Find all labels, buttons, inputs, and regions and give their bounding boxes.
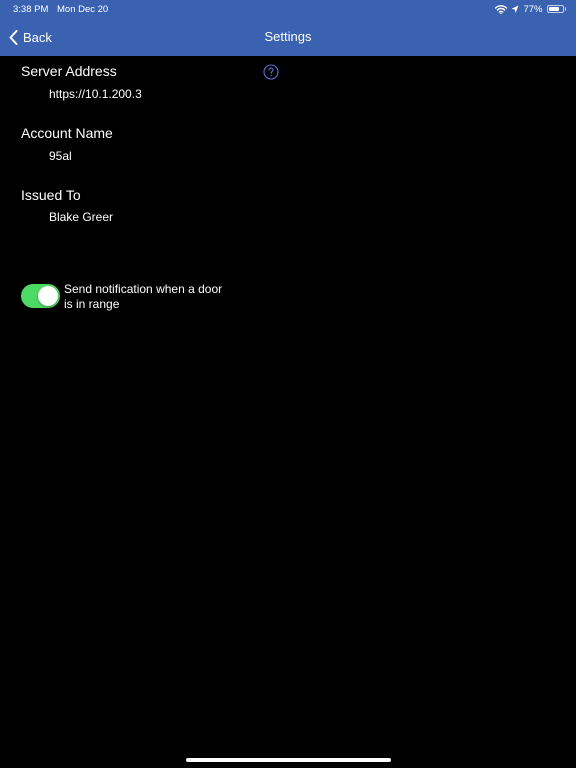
toggle-knob[interactable]: [38, 286, 58, 306]
status-time: 3:38 PM: [13, 4, 49, 15]
page-title: Settings: [264, 29, 312, 44]
notification-toggle[interactable]: [21, 284, 60, 308]
status-date: Mon Dec 20: [57, 4, 109, 15]
battery-cap: [564, 7, 566, 11]
settings-screen: 3:38 PM Mon Dec 20 77% Back Settings Ser…: [0, 0, 576, 768]
battery-icon: [546, 5, 564, 13]
notification-toggle-label: Send notification when a door is in rang…: [64, 282, 223, 311]
server-address-value: https://10.1.200.3: [49, 87, 142, 101]
battery-percent: 77%: [523, 3, 543, 15]
issued-to-label: Issued To: [21, 187, 81, 203]
issued-to-value: Blake Greer: [49, 210, 114, 224]
home-indicator[interactable]: [186, 758, 391, 762]
account-name-label: Account Name: [21, 125, 113, 141]
server-address-label: Server Address: [21, 63, 117, 79]
battery-fill: [548, 7, 559, 11]
status-bar: 3:38 PM Mon Dec 20 77%: [0, 0, 576, 18]
status-indicators: 77%: [495, 3, 566, 15]
navigation-bar: 3:38 PM Mon Dec 20 77% Back Settings: [0, 0, 576, 56]
account-name-value: 95al: [49, 149, 72, 163]
location-icon: [511, 5, 519, 14]
wifi-icon: [495, 4, 508, 14]
question-circle-icon[interactable]: [263, 64, 279, 80]
